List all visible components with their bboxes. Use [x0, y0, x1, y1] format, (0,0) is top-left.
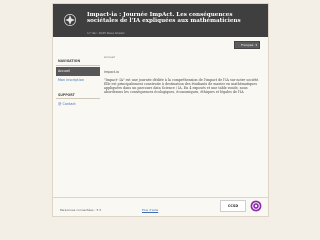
platform-badge-icon[interactable] — [250, 200, 262, 212]
navigation-heading: NAVIGATION — [56, 57, 100, 66]
content-paragraph: "Impact- IA" est une journée dédiée à la… — [104, 78, 260, 95]
conference-logo-icon — [64, 14, 76, 26]
site-header: Impact-ia : Journée ImpAct. Les conséque… — [53, 4, 268, 37]
breadcrumb: Accueil — [104, 55, 115, 59]
event-subtitle: 17 déc. 2025 Rosa Ghezzi — [87, 31, 125, 35]
sidebar: NAVIGATION Accueil Mon inscription SUPPO… — [56, 57, 100, 109]
help-link[interactable]: Plus d'aide — [142, 208, 158, 212]
language-label: Français — [241, 43, 254, 47]
page-container: Impact-ia : Journée ImpAct. Les conséque… — [52, 3, 269, 217]
support-section: SUPPORT @ Contact — [56, 91, 100, 110]
sidebar-item-accueil[interactable]: Accueil — [56, 66, 100, 76]
contact-label: Contact — [62, 102, 76, 106]
content-heading: Impact-ia — [104, 70, 120, 74]
online-users-text: Personnes connectées : 5 — [60, 208, 99, 212]
sidebar-item-mon-inscription[interactable]: Mon inscription — [56, 76, 100, 85]
sidebar-item-contact[interactable]: @ Contact — [56, 100, 100, 109]
ccsd-logo[interactable]: CCSD — [220, 200, 246, 212]
main-content: Impact-ia "Impact- IA" est une journée d… — [104, 70, 264, 94]
language-select[interactable]: Français ▾ — [234, 41, 260, 49]
page-title: Impact-ia : Journée ImpAct. Les conséque… — [87, 12, 241, 25]
chevron-down-icon[interactable]: ▾ — [99, 208, 101, 212]
chevron-down-icon: ▾ — [255, 43, 257, 47]
support-heading: SUPPORT — [56, 91, 100, 99]
site-footer: Personnes connectées : 5 ▾ Plus d'aide C… — [53, 197, 268, 218]
online-users: Personnes connectées : 5 ▾ — [60, 208, 101, 212]
